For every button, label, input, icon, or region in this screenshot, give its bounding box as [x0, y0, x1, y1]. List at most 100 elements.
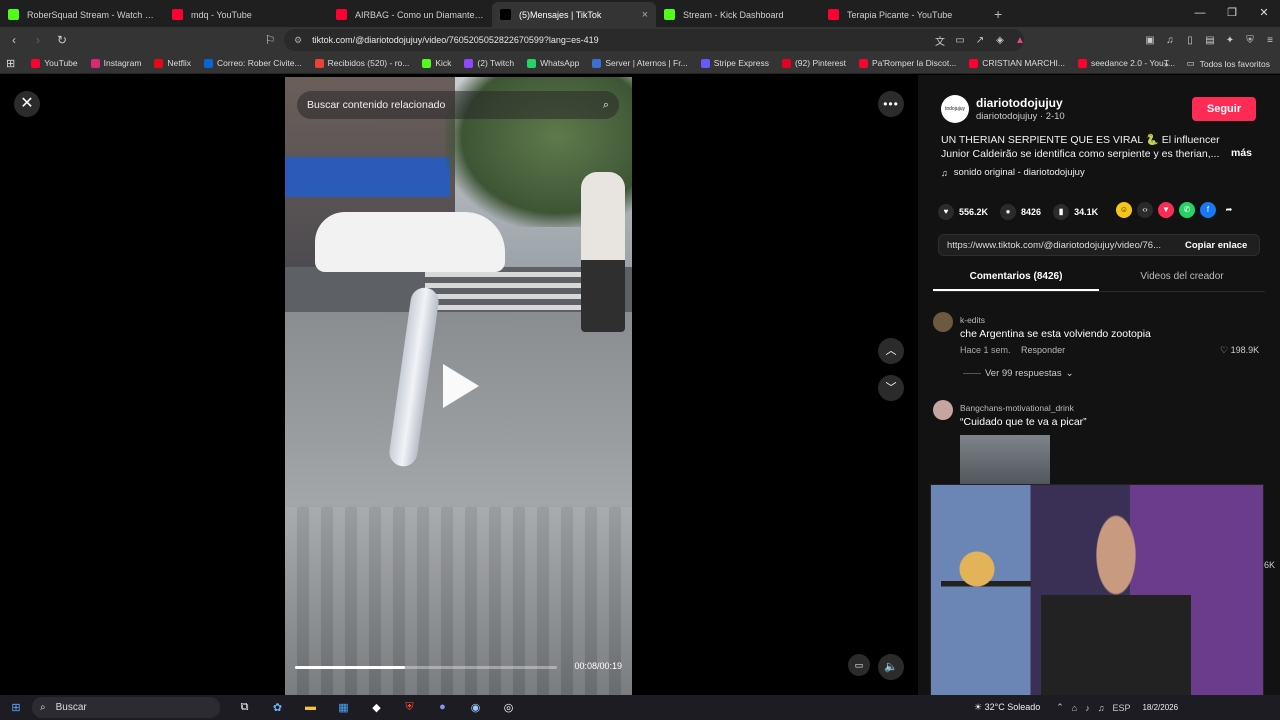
bookmark-item[interactable]: Pa'Romper la Discot...	[859, 58, 956, 68]
facebook-icon[interactable]: f	[1200, 202, 1216, 218]
tab-comments[interactable]: Comentarios (8426)	[933, 268, 1099, 291]
commenter-avatar[interactable]	[933, 400, 953, 420]
weather-widget[interactable]: ☀ 32°C Soleado	[974, 702, 1040, 713]
related-search-input[interactable]: Buscar contenido relacionado ⌕	[297, 91, 619, 119]
discord-icon[interactable]: ●	[426, 701, 459, 714]
close-icon[interactable]: ✕	[14, 91, 40, 117]
chevron-down-icon[interactable]: ﹀	[878, 375, 904, 401]
cast-icon[interactable]: ▭	[950, 35, 970, 46]
volume-icon[interactable]: 🔈	[878, 654, 904, 680]
bookmark-item[interactable]: YouTube	[31, 58, 78, 68]
author-username[interactable]: diariotodojujuy	[976, 96, 1063, 110]
commenter-username[interactable]: Bangchans-motivational_drink	[960, 403, 1074, 413]
bookmark-item[interactable]: Correo: Rober Civite...	[204, 58, 302, 68]
file-explorer-icon[interactable]: ▬	[294, 701, 327, 714]
screenshot-icon[interactable]: ▣	[1140, 35, 1160, 46]
chevron-up-icon[interactable]: ︿	[878, 338, 904, 364]
browser-tab[interactable]: mdq - YouTube	[164, 2, 328, 27]
commenter-avatar[interactable]	[933, 312, 953, 332]
author-avatar[interactable]: todojujuy	[941, 95, 969, 123]
close-window-button[interactable]: ✕	[1248, 0, 1280, 27]
reload-button[interactable]: ↻	[52, 33, 72, 47]
bookmark-item[interactable]: (92) Pinterest	[781, 58, 846, 68]
browser-tab[interactable]: RoberSquad Stream - Watch Live	[0, 2, 164, 27]
bookmark-item[interactable]: WhatsApp	[527, 58, 579, 68]
site-info-icon[interactable]: ⚙	[294, 35, 302, 46]
bookmark-item[interactable]: (2) Twitch	[464, 58, 514, 68]
browser-tab[interactable]: Stream - Kick Dashboard	[656, 2, 820, 27]
share-icon[interactable]: ↗	[970, 35, 990, 46]
all-bookmarks[interactable]: » ▭ Todos los favoritos	[1164, 53, 1270, 74]
close-tab-icon[interactable]: ×	[642, 9, 648, 21]
browser-tab[interactable]: (5)Mensajes | TikTok ×	[492, 2, 656, 27]
bookmark-item[interactable]: CRISTIAN MARCHI...	[969, 58, 1065, 68]
brave-rewards-icon[interactable]: ▲	[1010, 35, 1030, 46]
mic-icon[interactable]: ♪	[1085, 703, 1090, 713]
comment-image[interactable]	[960, 435, 1050, 487]
task-view-icon[interactable]: ⧉	[228, 701, 261, 714]
save-button[interactable]: ▮ 34.1K	[1053, 204, 1098, 220]
comment-like-button[interactable]: ♡ 198.9K	[1220, 345, 1259, 356]
wallet-icon[interactable]: ▤	[1200, 35, 1220, 46]
view-replies-button[interactable]: Ver 99 respuestas ⌄	[963, 368, 1074, 379]
language-indicator[interactable]: ESP	[1112, 703, 1130, 713]
store-icon[interactable]: ▦	[327, 701, 360, 714]
bookmark-item[interactable]: Netflix	[154, 58, 191, 68]
copilot-icon[interactable]: ✿	[261, 701, 294, 714]
brave-icon[interactable]: ⛨	[393, 701, 426, 714]
tab-creator-videos[interactable]: Videos del creador	[1099, 268, 1265, 291]
follow-button[interactable]: Seguir	[1192, 97, 1256, 121]
new-tab-button[interactable]: +	[994, 2, 1002, 27]
sound-link[interactable]: ♫ sonido original - diariotodojujuy	[941, 167, 1085, 178]
minimize-button[interactable]: —	[1184, 0, 1216, 27]
taskbar-search[interactable]: ⌕ Buscar	[32, 697, 220, 718]
bookmark-item[interactable]: Recibidos (520) - ro...	[314, 58, 409, 68]
play-icon[interactable]	[443, 364, 479, 408]
whatsapp-icon[interactable]: ✆	[1179, 202, 1195, 218]
bookmark-item[interactable]: Server | Aternos | Fr...	[592, 58, 688, 68]
chevron-right-icon[interactable]: »	[1164, 59, 1169, 69]
share-arrow-icon[interactable]: ➦	[1221, 202, 1237, 218]
bookmark-item[interactable]: Stripe Express	[700, 58, 769, 68]
vpn-icon[interactable]: ⛨	[1240, 35, 1260, 46]
bookmark-item[interactable]: Instagram	[90, 58, 141, 68]
coin-share-icon[interactable]: ☺	[1116, 202, 1132, 218]
extensions-icon[interactable]: ✦	[1220, 35, 1240, 46]
bookmark-item[interactable]: seedance 2.0 - YouT...	[1077, 58, 1175, 68]
bookmark-icon[interactable]: ⚐	[260, 33, 280, 47]
commenter-username[interactable]: k-edits	[960, 315, 985, 325]
video-progress-bar[interactable]	[295, 666, 557, 669]
apps-icon[interactable]: ⊞	[6, 57, 15, 70]
app-icon[interactable]: ◆	[360, 701, 393, 714]
share-link-field[interactable]: https://www.tiktok.com/@diariotodojujuy/…	[939, 240, 1175, 251]
restore-button[interactable]: ❐	[1216, 0, 1248, 27]
bookmark-item[interactable]: Kick	[422, 58, 451, 68]
more-options-icon[interactable]: •••	[878, 91, 904, 117]
send-icon[interactable]: ▼	[1158, 202, 1174, 218]
url-field[interactable]: ⚙ tiktok.com/@diariotodojujuy/video/7605…	[284, 29, 1024, 51]
clock[interactable]: 18/2/2026	[1142, 703, 1178, 713]
brave-shield-icon[interactable]: ◈	[990, 35, 1010, 46]
copy-link-button[interactable]: Copiar enlace	[1175, 240, 1247, 251]
volume-icon[interactable]: ♫	[1098, 703, 1105, 713]
more-link[interactable]: más	[1231, 147, 1252, 159]
sidebar-icon[interactable]: ▯	[1180, 35, 1200, 46]
reply-button[interactable]: Responder	[1021, 345, 1065, 355]
embed-icon[interactable]: ‹›	[1137, 202, 1153, 218]
forward-button[interactable]: ›	[28, 33, 48, 47]
menu-icon[interactable]: ≡	[1260, 35, 1280, 46]
obs-icon[interactable]: ◎	[492, 701, 525, 714]
miniplayer-icon[interactable]: ▭	[848, 654, 870, 676]
browser-tab[interactable]: Terapia Picante - YouTube	[820, 2, 984, 27]
translate-icon[interactable]: 文	[930, 33, 950, 48]
comment-button[interactable]: ● 8426	[1000, 204, 1041, 220]
back-button[interactable]: ‹	[4, 33, 24, 47]
media-icon[interactable]: ♫	[1160, 35, 1180, 46]
steam-icon[interactable]: ◉	[459, 701, 492, 714]
browser-tab[interactable]: AIRBAG - Como un Diamante - video	[328, 2, 492, 27]
network-icon[interactable]: ⌂	[1072, 703, 1077, 713]
tray-overflow-icon[interactable]: ⌃	[1056, 702, 1064, 713]
search-icon[interactable]: ⌕	[603, 91, 609, 119]
windows-start-icon[interactable]: ⊞	[0, 701, 32, 714]
video-player[interactable]: Buscar contenido relacionado ⌕ 00:08/00:…	[285, 77, 632, 695]
